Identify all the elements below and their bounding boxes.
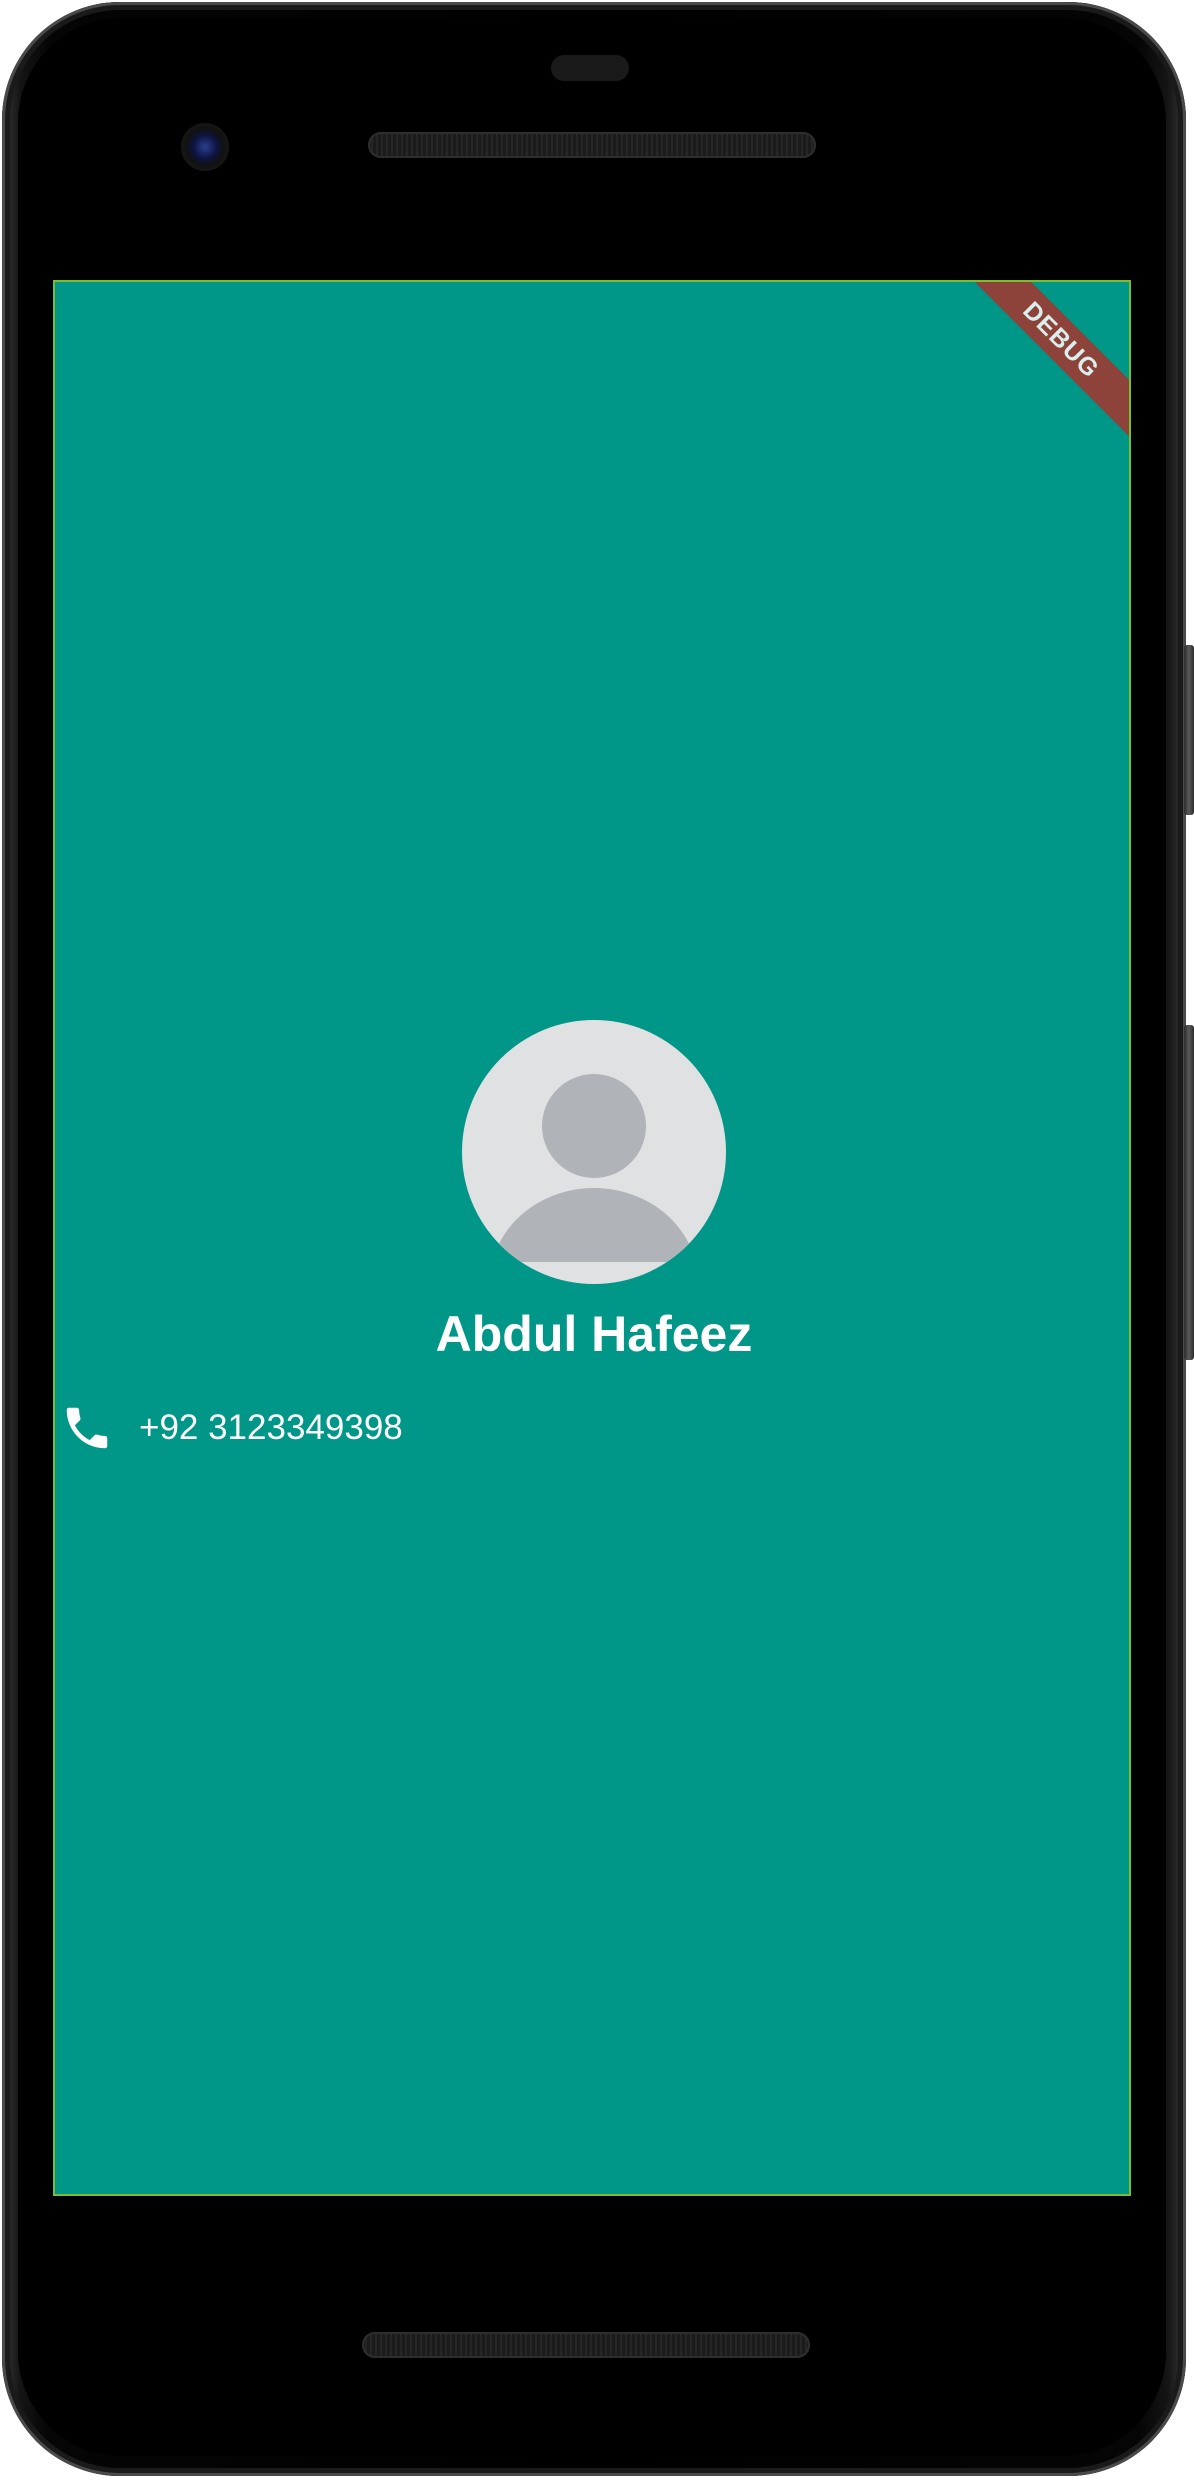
volume-button	[1184, 1025, 1194, 1360]
contact-name: Abdul Hafeez	[435, 1306, 753, 1362]
sensor-slot	[551, 55, 629, 81]
contact-avatar[interactable]	[462, 1020, 726, 1284]
front-camera-icon	[181, 123, 229, 171]
debug-banner: DEBUG	[962, 282, 1129, 439]
bottom-speaker-grille	[362, 2332, 810, 2358]
top-speaker-grille	[368, 132, 816, 158]
power-button	[1184, 645, 1194, 815]
phone-number: +92 3123349398	[139, 1408, 403, 1447]
phone-number-row[interactable]: +92 3123349398	[59, 1398, 403, 1458]
phone-device-frame: DEBUG Abdul Hafeez +92 3123349398	[0, 0, 1194, 2480]
app-screen: DEBUG Abdul Hafeez +92 3123349398	[53, 280, 1131, 2196]
person-placeholder-icon	[492, 1074, 696, 1262]
phone-icon	[59, 1400, 115, 1456]
